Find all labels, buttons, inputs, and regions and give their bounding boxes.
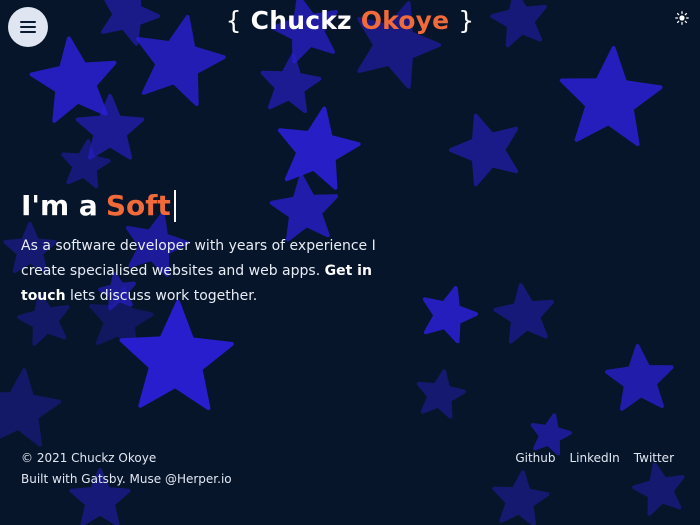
page: { Chuckz Okoye } I'm a Soft As a softwar… — [0, 0, 700, 525]
star-shape — [632, 462, 685, 516]
linkedin-link[interactable]: LinkedIn — [569, 448, 619, 469]
logo-brace-open: { — [225, 6, 242, 35]
logo-first-name: Chuckz — [250, 6, 352, 35]
star-shape — [29, 36, 117, 123]
twitter-link[interactable]: Twitter — [634, 448, 674, 469]
star-shape — [422, 286, 478, 344]
hero-section: I'm a Soft As a software developer with … — [21, 186, 421, 309]
star-shape — [260, 53, 322, 113]
star-shape — [0, 368, 62, 447]
hero-heading: I'm a Soft — [21, 186, 421, 226]
hero-prefix: I'm a — [21, 189, 98, 222]
hero-description: As a software developer with years of ex… — [21, 234, 421, 309]
star-shape — [559, 46, 663, 147]
hero-text-after: lets discuss work together. — [70, 288, 258, 304]
site-logo[interactable]: { Chuckz Okoye } — [0, 6, 700, 35]
github-link[interactable]: Github — [515, 448, 555, 469]
star-shape — [277, 106, 361, 190]
copyright-text: © 2021 Chuckz Okoye — [21, 451, 157, 465]
star-shape — [416, 369, 466, 419]
star-shape — [492, 470, 550, 525]
sun-icon — [675, 11, 689, 25]
star-shape — [605, 344, 674, 411]
logo-last-name: Okoye — [360, 6, 450, 35]
star-shape — [493, 283, 554, 344]
built-with-text: Built with Gatsby. Muse @Herper.io — [21, 472, 232, 486]
star-shape — [449, 113, 519, 187]
logo-brace-close: } — [458, 6, 475, 35]
footer-social-links: Github LinkedIn Twitter — [515, 448, 674, 469]
typing-cursor — [173, 190, 176, 222]
footer-credits: © 2021 Chuckz Okoye Built with Gatsby. M… — [21, 448, 232, 490]
hero-typed-word: Soft — [105, 189, 171, 222]
hero-text-before: As a software developer with years of ex… — [21, 238, 376, 279]
theme-toggle-button[interactable] — [674, 10, 690, 26]
